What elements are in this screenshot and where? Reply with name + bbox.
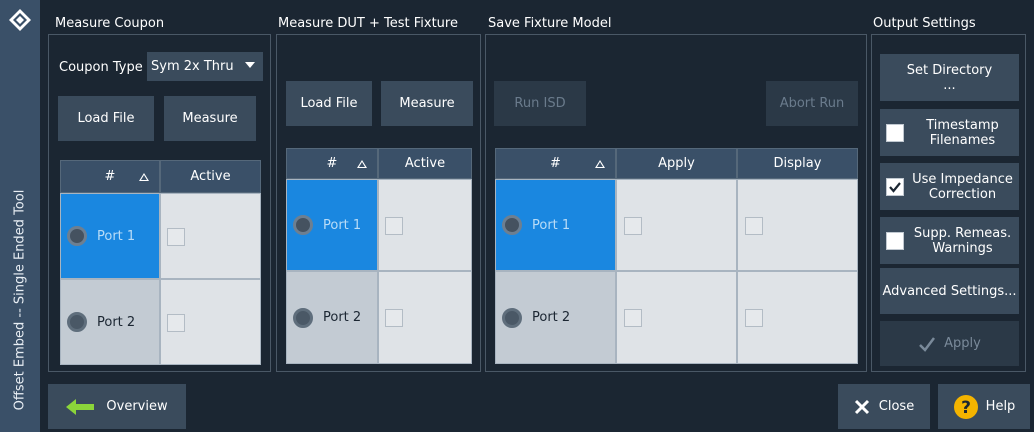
save-port-1-cell[interactable]: Port 1: [495, 179, 616, 271]
save-port-2-apply-checkbox[interactable]: [624, 309, 642, 327]
chevron-down-icon: [245, 62, 255, 68]
coupon-port-2-active-cell: [160, 279, 261, 365]
run-isd-button[interactable]: Run ISD: [494, 81, 586, 126]
dut-port-2-cell[interactable]: Port 2: [286, 271, 378, 364]
checkmark-icon: [889, 181, 901, 193]
dut-port-1-active-cell: [378, 179, 472, 271]
save-col-number[interactable]: #: [495, 148, 616, 179]
abort-run-button[interactable]: Abort Run: [766, 81, 858, 126]
supp-remeas-toggle[interactable]: Supp. Remeas. Warnings: [880, 217, 1019, 264]
save-port-2-cell[interactable]: Port 2: [495, 271, 616, 364]
save-port-1-apply-cell: [616, 179, 737, 271]
coupon-col-active: Active: [160, 160, 261, 193]
timestamp-filenames-toggle[interactable]: Timestamp Filenames: [880, 109, 1019, 156]
coupon-type-dropdown[interactable]: Sym 2x Thru: [147, 52, 263, 81]
coupon-port-1-active-checkbox[interactable]: [167, 228, 185, 246]
dut-load-file-button[interactable]: Load File: [286, 81, 372, 126]
dut-port-2-active-checkbox[interactable]: [385, 309, 403, 327]
coupon-port-1-cell[interactable]: Port 1: [60, 193, 160, 279]
sort-ascending-icon: [139, 172, 149, 181]
svg-text:?: ?: [961, 398, 971, 418]
dut-port-1-active-checkbox[interactable]: [385, 217, 403, 235]
coupon-measure-button[interactable]: Measure: [164, 96, 256, 141]
section-title-output: Output Settings: [873, 16, 976, 31]
impedance-checkbox[interactable]: [886, 177, 904, 196]
section-title-coupon: Measure Coupon: [55, 16, 165, 31]
checkmark-icon: [919, 336, 936, 352]
arrow-left-icon: [66, 398, 95, 415]
impedance-correction-toggle[interactable]: Use Impedance Correction: [880, 163, 1019, 210]
save-port-2-display-checkbox[interactable]: [745, 309, 763, 327]
sidebar: Offset Embed -- Single Ended Tool: [0, 0, 40, 432]
coupon-type-label: Coupon Type: [59, 60, 143, 75]
save-port-2-apply-cell: [616, 271, 737, 364]
section-title-save: Save Fixture Model: [488, 16, 612, 31]
sort-ascending-icon: [595, 159, 605, 168]
sort-ascending-icon: [357, 159, 367, 168]
section-title-dut: Measure DUT + Test Fixture: [278, 16, 458, 31]
dut-col-active: Active: [378, 148, 472, 179]
save-port-1-display-cell: [737, 179, 858, 271]
timestamp-checkbox[interactable]: [886, 123, 904, 142]
coupon-port-2-active-checkbox[interactable]: [167, 314, 185, 332]
help-icon: ?: [953, 394, 978, 419]
save-col-apply: Apply: [616, 148, 737, 179]
dut-port-1-cell[interactable]: Port 1: [286, 179, 378, 271]
set-directory-button[interactable]: Set Directory ...: [880, 54, 1019, 101]
close-button[interactable]: Close: [838, 384, 930, 429]
coupon-port-1-active-cell: [160, 193, 261, 279]
apply-button[interactable]: Apply: [880, 321, 1019, 366]
coupon-col-number[interactable]: #: [60, 160, 160, 193]
port-radio-icon: [67, 226, 87, 246]
advanced-settings-button[interactable]: Advanced Settings...: [880, 268, 1019, 314]
coupon-type-value: Sym 2x Thru: [151, 59, 234, 74]
port-radio-icon: [293, 215, 313, 235]
dut-measure-button[interactable]: Measure: [381, 81, 473, 126]
port-radio-icon: [502, 307, 522, 328]
port-radio-icon: [67, 312, 87, 332]
coupon-port-2-cell[interactable]: Port 2: [60, 279, 160, 365]
dut-port-2-active-cell: [378, 271, 472, 364]
port-radio-icon: [293, 307, 313, 328]
save-port-2-display-cell: [737, 271, 858, 364]
save-col-display: Display: [737, 148, 858, 179]
supp-remeas-checkbox[interactable]: [886, 231, 904, 250]
dut-col-number[interactable]: #: [286, 148, 378, 179]
help-button[interactable]: ? Help: [938, 384, 1030, 429]
overview-button[interactable]: Overview: [48, 384, 186, 429]
sidebar-title: Offset Embed -- Single Ended Tool: [12, 189, 28, 411]
rohde-schwarz-logo-icon: [9, 9, 31, 31]
save-port-1-display-checkbox[interactable]: [745, 217, 763, 235]
close-icon: [854, 399, 869, 414]
coupon-load-file-button[interactable]: Load File: [58, 96, 154, 141]
save-port-1-apply-checkbox[interactable]: [624, 217, 642, 235]
port-radio-icon: [502, 215, 522, 235]
